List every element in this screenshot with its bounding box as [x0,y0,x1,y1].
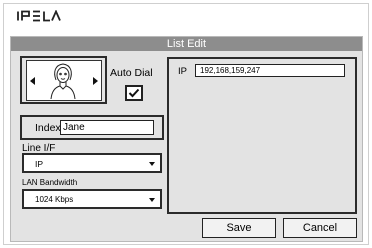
ip-address-input[interactable]: 192,168,159,247 [195,64,345,77]
save-button[interactable]: Save [202,218,276,238]
chevron-down-icon [149,198,155,202]
previous-image-arrow-icon[interactable] [30,77,35,85]
lan-bandwidth-selected: 1024 Kbps [35,195,74,204]
line-if-dropdown[interactable]: IP [22,153,162,173]
ip-address-panel [167,57,357,214]
next-image-arrow-icon[interactable] [93,77,98,85]
index-input[interactable]: Jane [60,120,154,135]
person-portrait-icon [50,63,76,100]
auto-dial-checkbox[interactable] [125,85,143,101]
ipela-logo [17,10,61,22]
lan-bandwidth-dropdown[interactable]: 1024 Kbps [22,189,162,209]
dialog-title: List Edit [11,37,362,51]
line-if-selected: IP [35,159,44,169]
chevron-down-icon [149,162,155,166]
lan-bandwidth-label: LAN Bandwidth [22,178,78,187]
checkmark-icon [128,88,140,98]
index-value: Jane [63,122,85,133]
index-label: Index [35,122,61,134]
cancel-button[interactable]: Cancel [283,218,357,238]
auto-dial-label: Auto Dial [110,67,153,79]
ip-label: IP [178,66,187,77]
ip-address-value: 192,168,159,247 [200,66,261,75]
